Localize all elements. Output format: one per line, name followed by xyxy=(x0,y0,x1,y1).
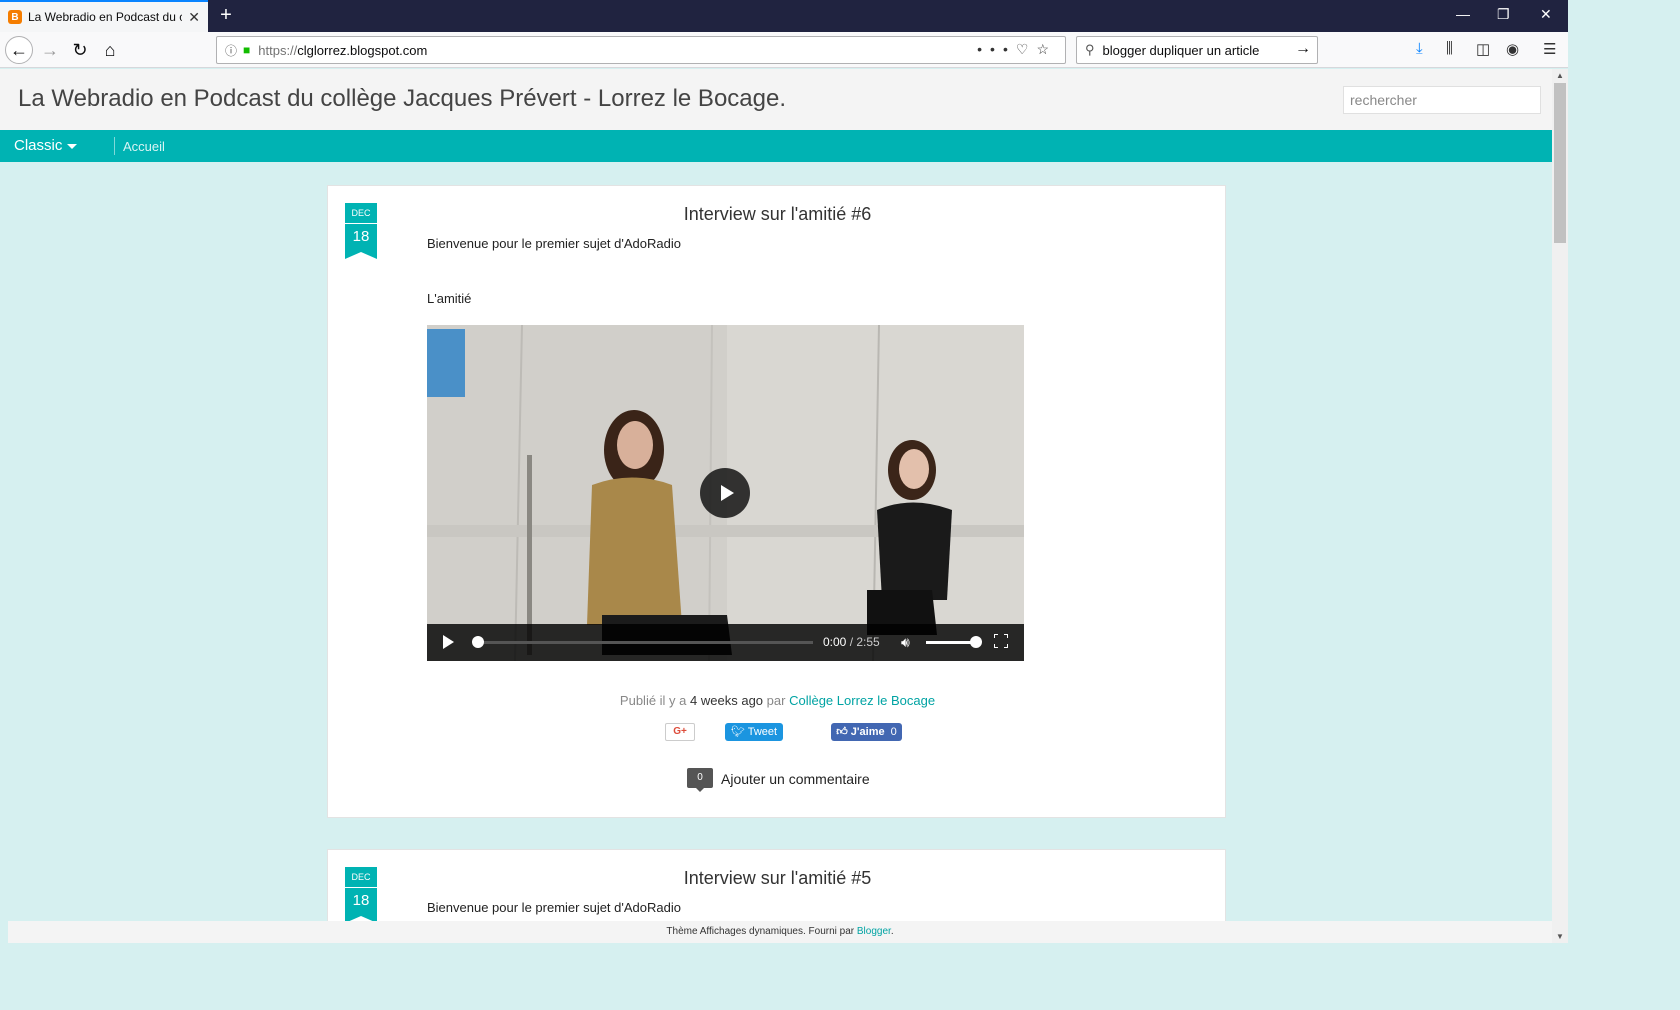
post-title[interactable]: Interview sur l'amitié #6 xyxy=(328,204,1227,225)
date-day: 18 xyxy=(345,224,377,252)
plus-icon[interactable]: + xyxy=(216,4,236,28)
tab-title: La Webradio en Podcast du coll xyxy=(28,10,183,24)
post-title[interactable]: Interview sur l'amitié #5 xyxy=(328,868,1227,889)
site-header: La Webradio en Podcast du collège Jacque… xyxy=(0,69,1552,130)
play-icon[interactable] xyxy=(700,468,750,518)
footer: Thème Affichages dynamiques. Fourni par … xyxy=(8,921,1552,943)
volume-handle[interactable] xyxy=(970,636,982,648)
web-page: La Webradio en Podcast du collège Jacque… xyxy=(0,69,1552,943)
video-controls: 0:00 / 2:55 🔊︎ xyxy=(427,624,1024,661)
tweet-button[interactable]: 🐦︎ Tweet xyxy=(725,723,783,741)
star-icon[interactable]: ☆ xyxy=(1036,41,1057,57)
browser-search-bar[interactable]: ⚲ blogger dupliquer un article → xyxy=(1076,36,1318,64)
menu-divider xyxy=(114,137,115,155)
gplus-share-button[interactable]: G+ xyxy=(665,723,695,741)
scroll-thumb[interactable] xyxy=(1554,83,1566,243)
info-icon[interactable]: ⓘ xyxy=(225,42,237,59)
post-date: 4 weeks ago xyxy=(690,693,764,708)
menu-icon[interactable]: ☰ xyxy=(1543,40,1556,58)
fullscreen-icon[interactable] xyxy=(994,634,1008,648)
video-player[interactable]: 0:00 / 2:55 🔊︎ xyxy=(427,325,1024,661)
download-icon[interactable]: ⤓ xyxy=(1416,40,1423,57)
restore-icon[interactable]: ❐ xyxy=(1497,6,1510,23)
blogger-favicon-icon: B xyxy=(8,10,22,24)
more-icon[interactable]: ••• xyxy=(977,41,1016,57)
url-bar[interactable]: ⓘ ■ https://clglorrez.blogspot.com •••♡☆ xyxy=(216,36,1066,64)
like-label: J'aime xyxy=(850,726,885,738)
blogger-link[interactable]: Blogger xyxy=(857,926,891,937)
post-meta: Publié il y a 4 weeks ago par Collège Lo… xyxy=(328,693,1227,708)
view-selector-label: Classic xyxy=(14,137,63,154)
view-selector[interactable]: Classic xyxy=(14,137,78,154)
thumbs-up-icon: 👍︎ xyxy=(836,726,848,738)
duration: 2:55 xyxy=(856,635,880,649)
add-comment-link[interactable]: Ajouter un commentaire xyxy=(721,771,870,787)
arrow-right-icon[interactable]: → xyxy=(1295,40,1311,58)
post-intro: Bienvenue pour le premier sujet d'AdoRad… xyxy=(427,236,681,251)
browser-toolbar: ← → ↻ ⌂ ⓘ ■ https://clglorrez.blogspot.c… xyxy=(0,32,1568,68)
footer-text: Thème Affichages dynamiques. Fourni par xyxy=(666,926,855,937)
volume-slider[interactable] xyxy=(926,641,976,644)
lock-icon: ■ xyxy=(243,43,251,57)
sidebar-icon[interactable]: ◫ xyxy=(1476,40,1490,58)
site-search-input[interactable] xyxy=(1343,86,1541,114)
browser-tab[interactable]: B La Webradio en Podcast du coll ✕ xyxy=(0,0,208,32)
search-query: blogger dupliquer un article xyxy=(1102,42,1260,58)
meta-prefix: Publié il y a xyxy=(619,693,687,708)
browser-tab-bar: B La Webradio en Podcast du coll ✕ + — ❐… xyxy=(0,0,1568,32)
like-count: 0 xyxy=(890,726,897,738)
play-button[interactable] xyxy=(443,635,454,649)
page-scrollbar[interactable]: ▲ ▼ xyxy=(1552,69,1568,943)
author-link[interactable]: Collège Lorrez le Bocage xyxy=(789,693,935,708)
tweet-label: Tweet xyxy=(747,726,778,738)
reload-icon[interactable]: ↻ xyxy=(66,36,94,64)
current-time: 0:00 xyxy=(823,635,847,649)
scroll-up-icon[interactable]: ▲ xyxy=(1556,71,1564,80)
post-card: DEC 18 Interview sur l'amitié #6 Bienven… xyxy=(327,185,1226,818)
minimize-icon[interactable]: — xyxy=(1456,6,1470,22)
menu-item-accueil[interactable]: Accueil xyxy=(123,139,165,154)
blog-menu-bar: Classic Accueil xyxy=(0,130,1552,162)
site-title[interactable]: La Webradio en Podcast du collège Jacque… xyxy=(18,85,786,113)
seek-handle[interactable] xyxy=(472,636,484,648)
video-time: 0:00 / 2:55 xyxy=(823,635,880,649)
page-actions: •••♡☆ xyxy=(977,41,1057,58)
seek-bar[interactable] xyxy=(477,641,813,644)
url-protocol: https:// xyxy=(258,42,298,58)
url-host: clglorrez.blogspot.com xyxy=(297,42,428,58)
post-intro: Bienvenue pour le premier sujet d'AdoRad… xyxy=(427,900,681,915)
close-icon[interactable]: ✕ xyxy=(188,9,200,26)
forward-icon[interactable]: → xyxy=(36,36,64,64)
pocket-icon[interactable]: ♡ xyxy=(1016,41,1037,57)
facebook-like-button[interactable]: 👍︎ J'aime 0 xyxy=(831,723,902,741)
library-icon[interactable]: ⫼ xyxy=(1446,40,1453,57)
meta-by: par xyxy=(766,693,786,708)
comment-count-badge[interactable]: 0 xyxy=(687,768,713,792)
extension-icon[interactable]: ◉ xyxy=(1506,40,1519,58)
scroll-down-icon[interactable]: ▼ xyxy=(1556,932,1564,941)
footer-end: . xyxy=(890,926,894,937)
back-icon[interactable]: ← xyxy=(5,36,33,64)
date-day: 18 xyxy=(345,888,377,916)
post-subtitle: L'amitié xyxy=(427,291,472,306)
window-close-icon[interactable]: ✕ xyxy=(1540,6,1552,23)
home-icon[interactable]: ⌂ xyxy=(96,36,124,64)
twitter-bird-icon: 🐦︎ xyxy=(730,726,745,738)
volume-icon[interactable]: 🔊︎ xyxy=(901,634,910,651)
search-icon: ⚲ xyxy=(1085,42,1095,57)
chevron-down-icon xyxy=(67,143,78,149)
date-ribbon-tail xyxy=(345,252,377,259)
